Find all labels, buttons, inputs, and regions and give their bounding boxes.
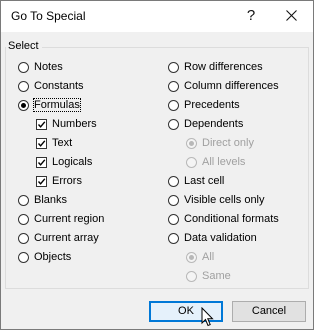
option-label: Same — [202, 270, 231, 282]
checkbox-indicator — [36, 175, 47, 187]
option-label: Current region — [34, 213, 105, 225]
option-label: Notes — [34, 61, 63, 73]
option-current-region[interactable]: Current region — [18, 211, 104, 227]
dialog-title: Go To Special — [11, 9, 86, 23]
option-direct-only: Direct only — [186, 135, 254, 151]
radio-indicator — [168, 99, 179, 111]
checkbox-errors[interactable]: Errors — [36, 173, 82, 189]
checkbox-indicator — [36, 137, 47, 149]
radio-indicator — [18, 61, 29, 73]
checkbox-label: Errors — [52, 175, 82, 187]
title-bar: Go To Special ? — [1, 1, 313, 32]
option-label: Last cell — [184, 175, 225, 187]
option-visible-cells-only[interactable]: Visible cells only — [168, 192, 265, 208]
option-conditional-formats[interactable]: Conditional formats — [168, 211, 279, 227]
option-label: Data validation — [184, 232, 257, 244]
option-label: Formulas — [33, 98, 81, 112]
option-column-differences[interactable]: Column differences — [168, 78, 279, 94]
option-label: All levels — [202, 156, 246, 168]
option-all-levels: All levels — [186, 154, 245, 170]
checkbox-indicator — [36, 118, 47, 130]
radio-indicator — [18, 213, 29, 225]
radio-indicator — [168, 232, 179, 244]
option-validation-all: All — [186, 249, 214, 265]
radio-indicator — [168, 118, 179, 130]
option-validation-same: Same — [186, 268, 231, 284]
checkbox-label: Numbers — [52, 118, 97, 130]
checkbox-indicator — [36, 156, 47, 168]
radio-indicator — [168, 61, 179, 73]
checkmark-icon — [37, 139, 46, 147]
go-to-special-dialog: Go To Special ? Select Notes Constants F… — [0, 0, 314, 330]
option-label: Visible cells only — [184, 194, 265, 206]
option-notes[interactable]: Notes — [18, 59, 63, 75]
radio-indicator — [168, 194, 179, 206]
option-label: Current array — [34, 232, 99, 244]
option-label: Blanks — [34, 194, 68, 206]
close-button[interactable] — [275, 5, 307, 27]
option-constants[interactable]: Constants — [18, 78, 84, 94]
checkmark-icon — [37, 158, 46, 166]
radio-indicator — [168, 213, 179, 225]
option-precedents[interactable]: Precedents — [168, 97, 240, 113]
option-data-validation[interactable]: Data validation — [168, 230, 257, 246]
option-label: Objects — [34, 251, 72, 263]
option-label: Precedents — [184, 99, 240, 111]
option-formulas[interactable]: Formulas — [18, 97, 81, 113]
option-label: Dependents — [184, 118, 244, 130]
option-label: Direct only — [202, 137, 254, 149]
radio-indicator — [168, 175, 179, 187]
radio-indicator — [186, 156, 197, 168]
option-current-array[interactable]: Current array — [18, 230, 99, 246]
option-blanks[interactable]: Blanks — [18, 192, 67, 208]
option-label: Constants — [34, 80, 84, 92]
help-button[interactable]: ? — [237, 5, 265, 27]
checkbox-label: Text — [52, 137, 73, 149]
checkbox-logicals[interactable]: Logicals — [36, 154, 92, 170]
option-objects[interactable]: Objects — [18, 249, 71, 265]
option-label: Column differences — [184, 80, 279, 92]
option-row-differences[interactable]: Row differences — [168, 59, 263, 75]
option-label: All — [202, 251, 215, 263]
radio-indicator — [186, 251, 197, 263]
option-dependents[interactable]: Dependents — [168, 116, 243, 132]
radio-indicator — [186, 270, 197, 282]
cancel-button[interactable]: Cancel — [232, 301, 306, 322]
radio-indicator — [18, 232, 29, 244]
checkmark-icon — [37, 120, 46, 128]
radio-indicator — [18, 251, 29, 263]
checkbox-text[interactable]: Text — [36, 135, 72, 151]
option-label: Conditional formats — [184, 213, 279, 225]
radio-indicator — [18, 99, 29, 111]
radio-indicator — [168, 80, 179, 92]
checkmark-icon — [37, 177, 46, 185]
checkbox-label: Logicals — [52, 156, 93, 168]
radio-indicator — [18, 194, 29, 206]
mouse-pointer-icon — [201, 307, 214, 327]
radio-indicator — [18, 80, 29, 92]
close-icon — [285, 10, 297, 21]
radio-indicator — [186, 137, 197, 149]
option-last-cell[interactable]: Last cell — [168, 173, 224, 189]
option-label: Row differences — [184, 61, 263, 73]
checkbox-numbers[interactable]: Numbers — [36, 116, 97, 132]
select-group-label: Select — [8, 40, 39, 52]
